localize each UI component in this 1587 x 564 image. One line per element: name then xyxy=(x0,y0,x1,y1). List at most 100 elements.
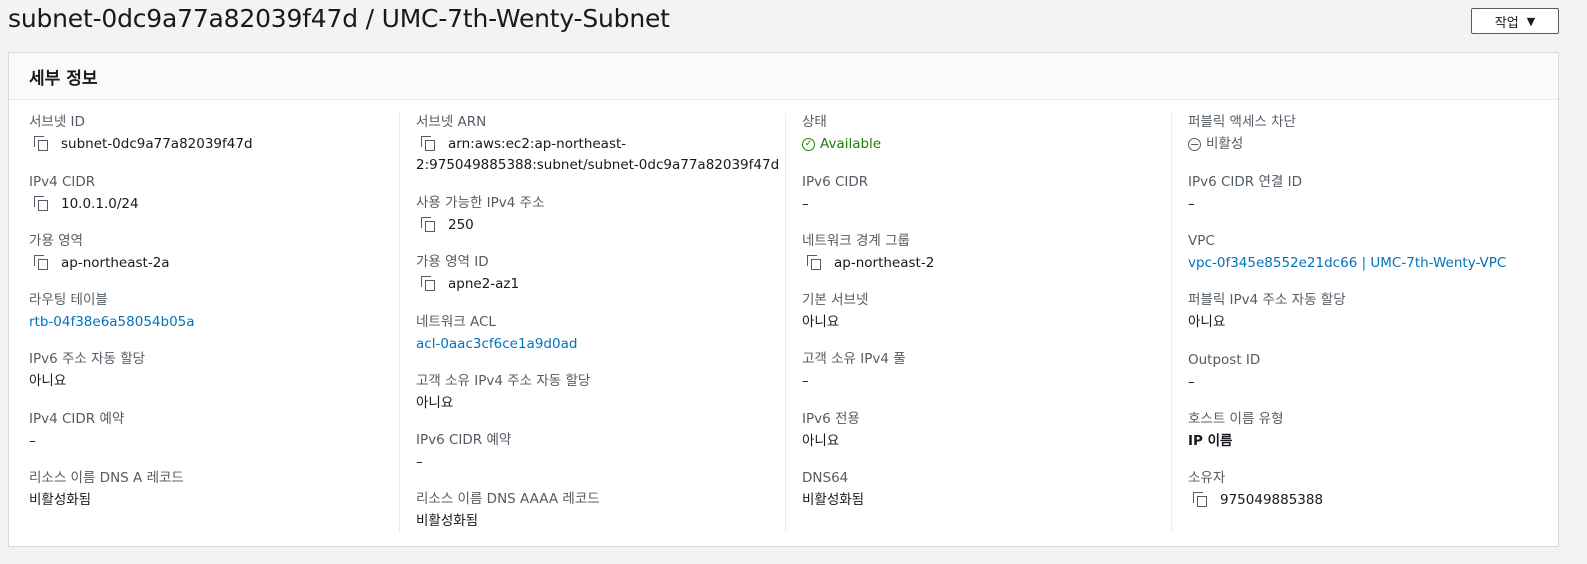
page-title: subnet-0dc9a77a82039f47d / UMC-7th-Wenty… xyxy=(8,4,670,33)
subnet-id-value: subnet-0dc9a77a82039f47d xyxy=(61,136,253,152)
field-vpc: VPC vpc-0f345e8552e21dc66 | UMC-7th-Went… xyxy=(1188,232,1506,274)
field-label: 리소스 이름 DNS A 레코드 xyxy=(29,470,184,486)
field-value: 비활성화됨 xyxy=(802,492,865,508)
field-available-ipv4: 사용 가능한 IPv4 주소 250 xyxy=(416,194,545,236)
field-value: 250 xyxy=(416,215,545,236)
field-ipv6-cidr-reservation: IPv6 CIDR 예약 – xyxy=(416,431,511,473)
field-hostname-type: 호스트 이름 유형 IP 이름 xyxy=(1188,410,1284,452)
actions-button-label: 작업 xyxy=(1494,15,1519,31)
field-label: 네트워크 ACL xyxy=(416,314,496,330)
field-label: 네트워크 경계 그룹 xyxy=(802,233,910,249)
field-label: 상태 xyxy=(802,114,827,130)
field-label: 기본 서브넷 xyxy=(802,292,869,308)
field-label: Outpost ID xyxy=(1188,352,1261,368)
field-label: IPv6 주소 자동 할당 xyxy=(29,351,146,367)
details-column-4: 퍼블릭 액세스 차단 비활성 IPv6 CIDR 연결 ID – VPC vpc… xyxy=(1171,113,1558,532)
field-label: IPv4 CIDR xyxy=(29,174,96,190)
field-value: 아니요 xyxy=(1188,314,1226,330)
field-value: – xyxy=(29,433,36,449)
check-circle-icon: ✓ xyxy=(802,138,815,151)
field-value: 아니요 xyxy=(29,373,67,389)
field-label: 퍼블릭 액세스 차단 xyxy=(1188,114,1296,130)
field-value: 10.0.1.0/24 xyxy=(29,194,139,215)
network-acl-link[interactable]: acl-0aac3cf6ce1a9d0ad xyxy=(416,334,577,355)
field-label: 사용 가능한 IPv4 주소 xyxy=(416,195,545,211)
field-owner: 소유자 975049885388 xyxy=(1188,469,1323,511)
page-header: subnet-0dc9a77a82039f47d / UMC-7th-Wenty… xyxy=(0,0,1587,46)
subnet-arn-line1: arn:aws:ec2:ap-northeast- xyxy=(448,136,627,152)
border-group-value: ap-northeast-2 xyxy=(834,255,935,271)
field-label: VPC xyxy=(1188,233,1215,249)
field-label: 고객 소유 IPv4 주소 자동 할당 xyxy=(416,373,591,389)
field-value: 비활성화됨 xyxy=(29,492,92,508)
public-block-value: 비활성 xyxy=(1206,136,1244,152)
field-label: 퍼블릭 IPv4 주소 자동 할당 xyxy=(1188,292,1346,308)
field-network-acl: 네트워크 ACL acl-0aac3cf6ce1a9d0ad xyxy=(416,313,577,355)
field-label: 서브넷 ID xyxy=(29,114,85,130)
field-label: 가용 영역 xyxy=(29,233,83,249)
field-value: apne2-az1 xyxy=(416,274,519,295)
field-ipv6-only: IPv6 전용 아니요 xyxy=(802,410,860,452)
details-columns: 서브넷 ID subnet-0dc9a77a82039f47d IPv4 CID… xyxy=(9,101,1558,546)
copy-icon[interactable] xyxy=(420,217,436,233)
status-available: ✓ Available xyxy=(802,134,881,155)
field-customer-ipv4-pool: 고객 소유 IPv4 풀 – xyxy=(802,350,906,392)
field-value: vpc-0f345e8552e21dc66 | UMC-7th-Wenty-VP… xyxy=(1188,253,1506,274)
field-dns-aaaa-record: 리소스 이름 DNS AAAA 레코드 비활성화됨 xyxy=(416,490,600,532)
field-label: 라우팅 테이블 xyxy=(29,292,108,308)
field-subnet-id: 서브넷 ID subnet-0dc9a77a82039f47d xyxy=(29,113,253,155)
field-az-id: 가용 영역 ID apne2-az1 xyxy=(416,253,519,295)
copy-icon[interactable] xyxy=(1192,492,1208,508)
copy-icon[interactable] xyxy=(33,196,49,212)
caret-down-icon: ▼ xyxy=(1526,14,1536,28)
owner-value: 975049885388 xyxy=(1220,492,1324,508)
actions-button[interactable]: 작업 ▼ xyxy=(1471,8,1559,34)
field-label: 고객 소유 IPv4 풀 xyxy=(802,351,906,367)
field-value: 975049885388 xyxy=(1188,490,1323,511)
field-value: – xyxy=(416,454,423,470)
field-subnet-arn: 서브넷 ARN arn:aws:ec2:ap-northeast- 2:9750… xyxy=(416,113,779,176)
copy-icon[interactable] xyxy=(420,136,436,152)
availability-zone-value: ap-northeast-2a xyxy=(61,255,170,271)
field-state: 상태 ✓ Available xyxy=(802,113,881,155)
field-value: – xyxy=(802,373,809,389)
minus-circle-icon xyxy=(1188,138,1201,151)
field-value: – xyxy=(1188,374,1195,390)
field-dns-a-record: 리소스 이름 DNS A 레코드 비활성화됨 xyxy=(29,469,184,511)
vpc-link[interactable]: vpc-0f345e8552e21dc66 | UMC-7th-Wenty-VP… xyxy=(1188,253,1506,274)
field-value: 아니요 xyxy=(416,395,454,411)
field-label: IPv6 CIDR xyxy=(802,174,869,190)
field-ipv4-cidr: IPv4 CIDR 10.0.1.0/24 xyxy=(29,173,139,215)
route-table-link[interactable]: rtb-04f38e6a58054b05a xyxy=(29,312,195,333)
field-label: DNS64 xyxy=(802,470,849,486)
field-value: arn:aws:ec2:ap-northeast- xyxy=(416,134,779,155)
field-ipv6-auto-assign: IPv6 주소 자동 할당 아니요 xyxy=(29,350,145,392)
az-id-value: apne2-az1 xyxy=(448,276,520,292)
details-column-2: 서브넷 ARN arn:aws:ec2:ap-northeast- 2:9750… xyxy=(399,113,786,532)
copy-icon[interactable] xyxy=(33,255,49,271)
field-label: 가용 영역 ID xyxy=(416,254,489,270)
field-value: acl-0aac3cf6ce1a9d0ad xyxy=(416,334,577,355)
field-route-table: 라우팅 테이블 rtb-04f38e6a58054b05a xyxy=(29,291,195,333)
field-label: 호스트 이름 유형 xyxy=(1188,411,1284,427)
field-label: IPv4 CIDR 예약 xyxy=(29,411,125,427)
field-label: 리소스 이름 DNS AAAA 레코드 xyxy=(416,491,600,507)
field-dns64: DNS64 비활성화됨 xyxy=(802,469,864,511)
copy-icon[interactable] xyxy=(33,136,49,152)
field-ipv4-cidr-reservation: IPv4 CIDR 예약 – xyxy=(29,410,124,452)
field-value: – xyxy=(1188,196,1195,212)
copy-icon[interactable] xyxy=(806,255,822,271)
copy-icon[interactable] xyxy=(420,276,436,292)
field-value: ap-northeast-2 xyxy=(802,253,934,274)
field-default-subnet: 기본 서브넷 아니요 xyxy=(802,291,868,333)
field-value: ap-northeast-2a xyxy=(29,253,170,274)
field-label: IPv6 전용 xyxy=(802,411,860,427)
panel-header: 세부 정보 xyxy=(9,53,1558,100)
field-outpost-id: Outpost ID – xyxy=(1188,351,1260,393)
field-value: subnet-0dc9a77a82039f47d xyxy=(29,134,253,155)
field-customer-ipv4-auto: 고객 소유 IPv4 주소 자동 할당 아니요 xyxy=(416,372,590,414)
field-network-border-group: 네트워크 경계 그룹 ap-northeast-2 xyxy=(802,232,934,274)
field-value: 비활성화됨 xyxy=(416,513,479,529)
field-label: IPv6 CIDR 연결 ID xyxy=(1188,174,1302,190)
field-value: 아니요 xyxy=(802,314,840,330)
